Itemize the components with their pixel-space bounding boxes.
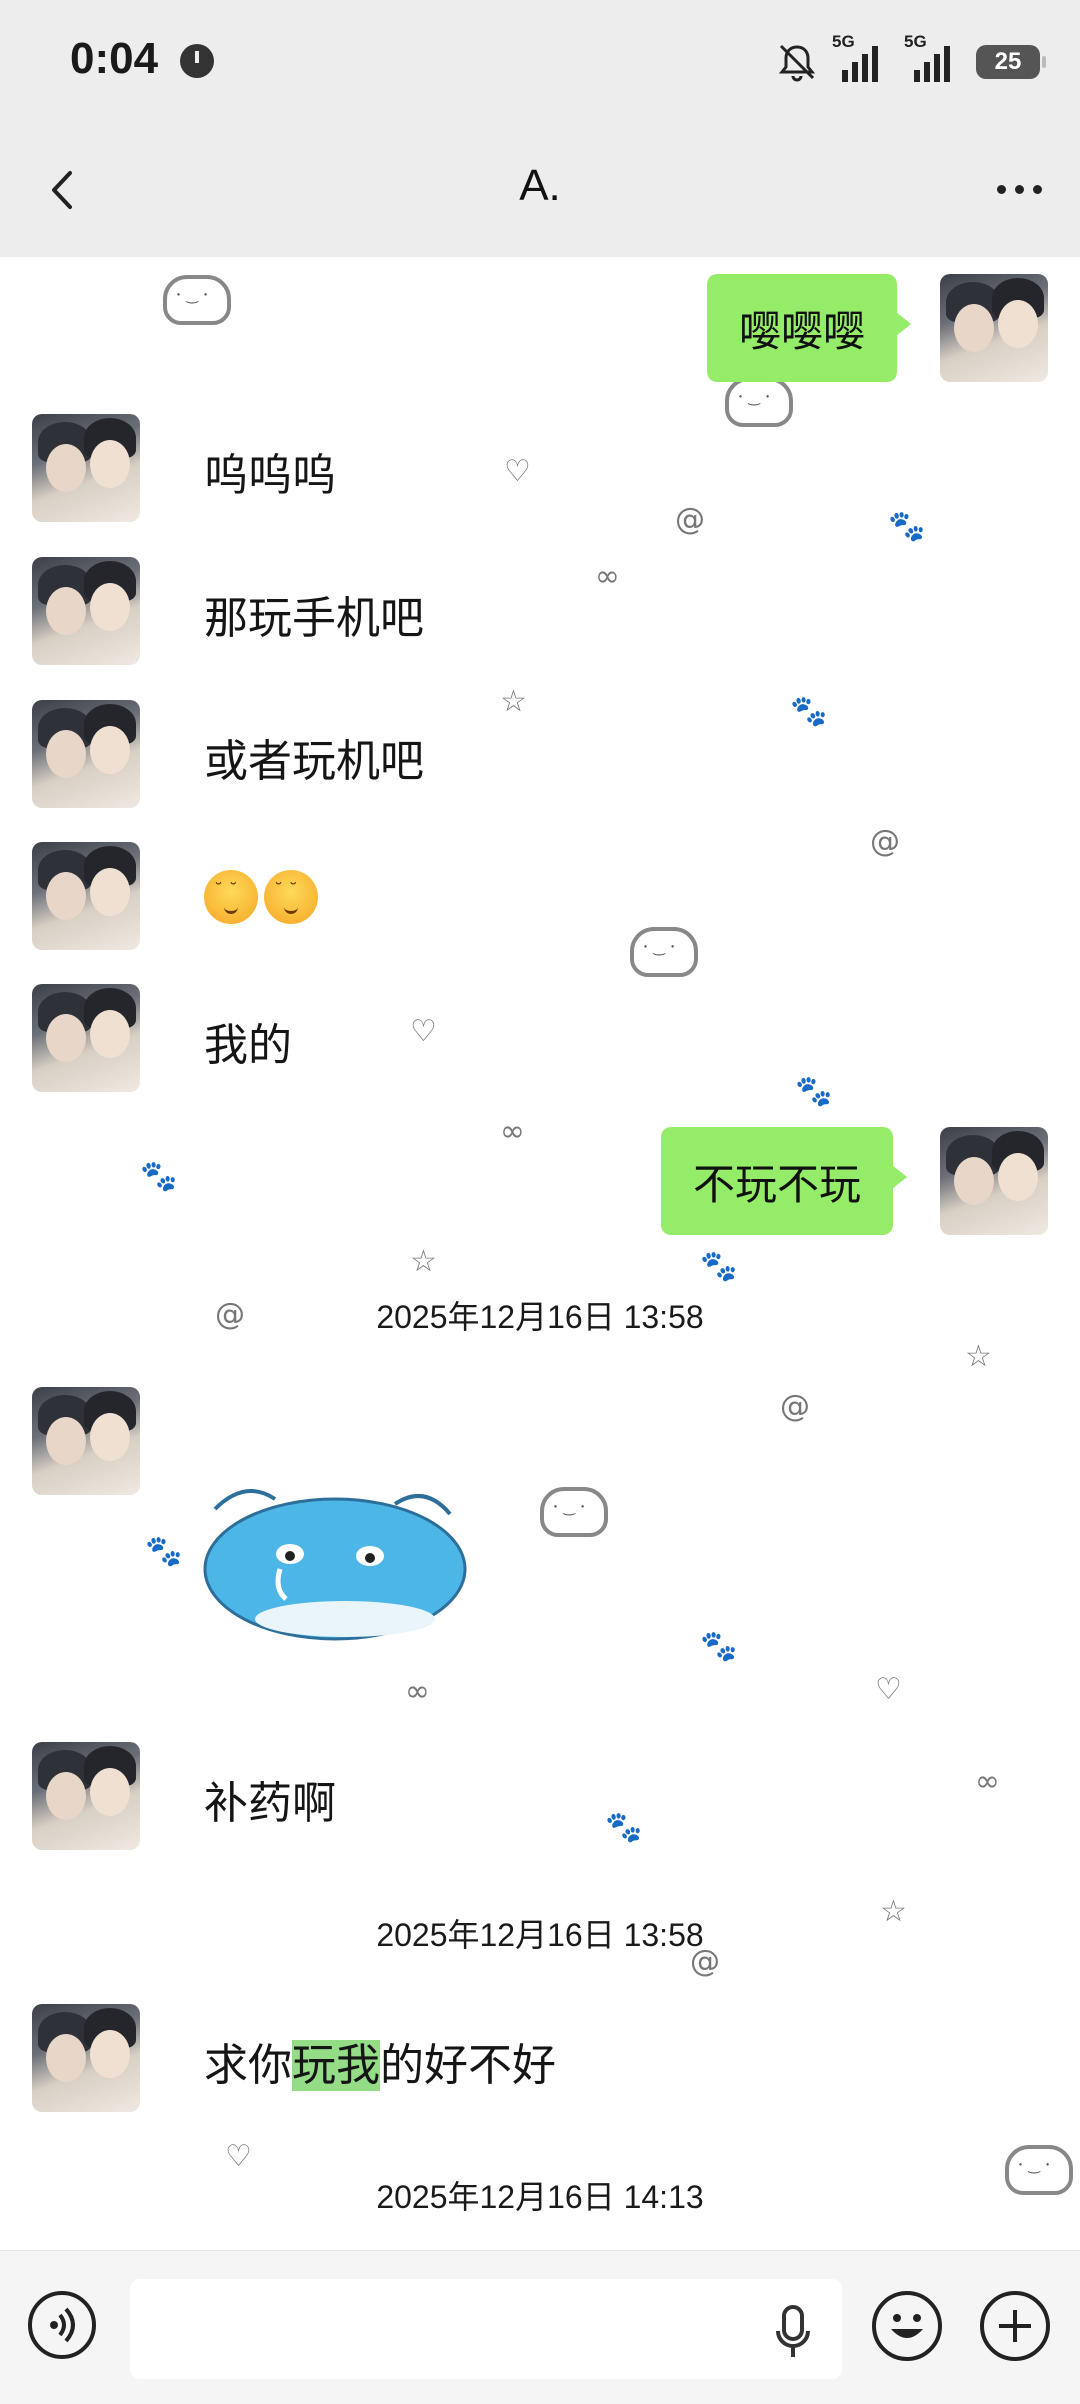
contact-message-text[interactable]: 补药啊	[204, 1767, 336, 1831]
paw-doodle-icon: 🐾	[145, 1534, 183, 1569]
message-text: 不玩不玩	[693, 1159, 862, 1209]
star-doodle-icon: ☆	[410, 1244, 437, 1279]
bone-doodle-icon: ∞	[975, 1764, 1000, 1799]
contact-avatar[interactable]	[32, 1742, 140, 1850]
bone-doodle-icon: ∞	[595, 559, 620, 594]
status-bar: 0:04 5G 5G 25	[0, 0, 1080, 125]
heart-doodle-icon: ♡	[410, 1014, 437, 1049]
paw-doodle-icon: 🐾	[700, 1629, 738, 1664]
cat-doodle-icon	[540, 1487, 608, 1537]
my-message-bubble[interactable]: 不玩不玩	[661, 1127, 908, 1235]
contact-avatar[interactable]	[32, 1387, 140, 1495]
contact-avatar[interactable]	[32, 414, 140, 522]
bone-doodle-icon: ∞	[405, 1674, 430, 1709]
my-avatar[interactable]	[940, 1127, 1048, 1235]
message-text-part: 的好不好	[380, 2040, 556, 2091]
contact-message-text[interactable]: 呜呜呜	[204, 439, 336, 503]
contact-message-text[interactable]: 求你玩我的好不好	[204, 2029, 556, 2093]
voice-icon[interactable]	[28, 2291, 96, 2359]
contact-avatar[interactable]	[32, 700, 140, 808]
message-timestamp: 2025年12月16日 13:58	[376, 1299, 704, 1335]
message-text-part: 求你	[204, 2040, 292, 2091]
mic-icon[interactable]	[775, 2305, 811, 2361]
heart-doodle-icon: ♡	[875, 1672, 902, 1707]
message-timestamp: 2025年12月16日 13:58	[376, 1917, 704, 1953]
swirl-doodle-icon: @	[675, 502, 705, 537]
contact-avatar[interactable]	[32, 557, 140, 665]
status-time: 0:04	[70, 34, 159, 83]
status-icons: 5G 5G 25	[776, 32, 1046, 92]
chat-area[interactable]: ♡ @ 🐾 ∞ ☆ 🐾 @ ♡ 🐾 ∞ 🐾 ☆ 🐾 @ ☆ @ 🐾 🐾 ∞ ♡ …	[0, 257, 1080, 2250]
swirl-doodle-icon: @	[780, 1389, 810, 1424]
bone-doodle-icon: ∞	[500, 1114, 525, 1149]
clock-icon	[180, 44, 214, 78]
message-input[interactable]	[130, 2279, 842, 2379]
heart-doodle-icon: ♡	[504, 454, 531, 489]
contact-emoji-message[interactable]	[204, 869, 324, 924]
paw-doodle-icon: 🐾	[700, 1249, 738, 1284]
battery-icon: 25	[976, 45, 1046, 79]
cat-doodle-icon	[163, 275, 231, 325]
contact-avatar[interactable]	[32, 2004, 140, 2112]
paw-doodle-icon: 🐾	[605, 1810, 643, 1845]
paw-doodle-icon: 🐾	[888, 509, 926, 544]
signal-icon-2: 5G	[904, 32, 962, 86]
input-bar	[0, 2250, 1080, 2404]
more-options-icon[interactable]	[997, 185, 1042, 194]
plus-icon[interactable]	[980, 2291, 1050, 2361]
message-timestamp: 2025年12月16日 14:13	[376, 2179, 704, 2215]
my-avatar[interactable]	[940, 274, 1048, 382]
star-doodle-icon: ☆	[500, 684, 527, 719]
contact-avatar[interactable]	[32, 984, 140, 1092]
heart-doodle-icon: ♡	[225, 2139, 252, 2174]
sleepy-smile-emoji-icon	[204, 870, 258, 924]
contact-avatar[interactable]	[32, 842, 140, 950]
star-doodle-icon: ☆	[965, 1339, 992, 1374]
sleepy-smile-emoji-icon	[264, 870, 318, 924]
paw-doodle-icon: 🐾	[140, 1159, 178, 1194]
chat-header: A.	[0, 125, 1080, 257]
my-message-bubble[interactable]: 嘤嘤嘤	[707, 274, 912, 382]
signal-icon-1: 5G	[832, 32, 890, 86]
highlighted-text[interactable]: 玩我	[292, 2040, 380, 2091]
crying-blue-hamster-sticker[interactable]	[195, 1474, 470, 1649]
contact-message-text[interactable]: 那玩手机吧	[204, 582, 424, 646]
chat-title: A.	[519, 161, 561, 210]
message-text: 嘤嘤嘤	[739, 306, 866, 356]
paw-doodle-icon: 🐾	[790, 694, 828, 729]
cat-doodle-icon	[630, 927, 698, 977]
paw-doodle-icon: 🐾	[795, 1074, 833, 1109]
swirl-doodle-icon: @	[870, 824, 900, 859]
emoji-icon[interactable]	[872, 2291, 942, 2361]
contact-message-text[interactable]: 或者玩机吧	[204, 725, 424, 789]
bell-off-icon	[778, 44, 816, 82]
contact-message-text[interactable]: 我的	[204, 1009, 292, 1073]
cat-doodle-icon	[725, 377, 793, 427]
